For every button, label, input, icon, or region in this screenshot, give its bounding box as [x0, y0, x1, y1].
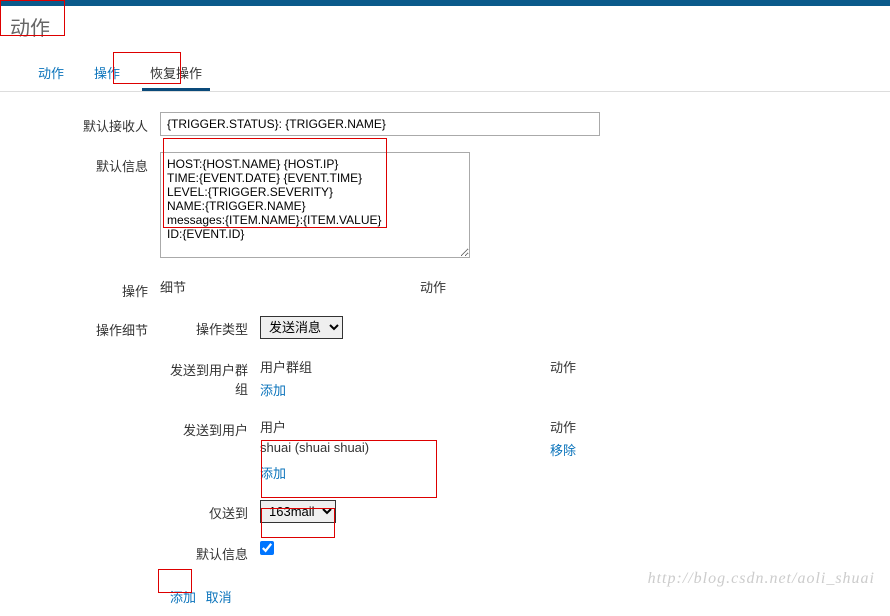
- user-row: shuai (shuai shuai) 移除: [260, 440, 880, 459]
- operation-type-select[interactable]: 发送消息: [260, 316, 343, 339]
- label-send-to-groups: 发送到用户群组: [160, 357, 260, 398]
- label-default-msg-chk: 默认信息: [160, 541, 260, 563]
- label-send-to-users: 发送到用户: [160, 417, 260, 439]
- label-operation-details: 操作细节: [10, 316, 160, 339]
- user-name: shuai (shuai shuai): [260, 440, 550, 459]
- form: 默认接收人 默认信息 HOST:{HOST.NAME} {HOST.IP} TI…: [0, 92, 890, 616]
- tab-action[interactable]: 动作: [30, 57, 72, 91]
- remove-user-link[interactable]: 移除: [550, 440, 576, 459]
- label-operation-type: 操作类型: [160, 316, 260, 338]
- add-usergroup-link[interactable]: 添加: [260, 383, 286, 398]
- watermark: http://blog.csdn.net/aoli_shuai: [648, 570, 875, 588]
- tab-operations[interactable]: 操作: [86, 57, 128, 91]
- label-default-message: 默认信息: [10, 152, 160, 175]
- col-usergroup: 用户群组: [260, 357, 550, 376]
- send-only-to-select[interactable]: 163mail: [260, 500, 336, 523]
- tab-recovery[interactable]: 恢复操作: [142, 57, 210, 91]
- add-user-link[interactable]: 添加: [260, 466, 286, 481]
- label-default-recipient: 默认接收人: [10, 112, 160, 135]
- col-action: 动作: [550, 417, 576, 436]
- col-action: 动作: [550, 357, 576, 376]
- col-action: 动作: [420, 277, 446, 296]
- label-send-only-to: 仅送到: [160, 500, 260, 522]
- default-recipient-input[interactable]: [160, 112, 600, 136]
- default-message-checkbox[interactable]: [260, 541, 274, 555]
- default-message-textarea[interactable]: HOST:{HOST.NAME} {HOST.IP} TIME:{EVENT.D…: [160, 152, 470, 258]
- tabs: 动作 操作 恢复操作: [0, 47, 890, 92]
- label-operations: 操作: [10, 277, 160, 300]
- page-title: 动作: [0, 6, 890, 47]
- col-user: 用户: [260, 417, 550, 436]
- col-detail: 细节: [160, 277, 420, 296]
